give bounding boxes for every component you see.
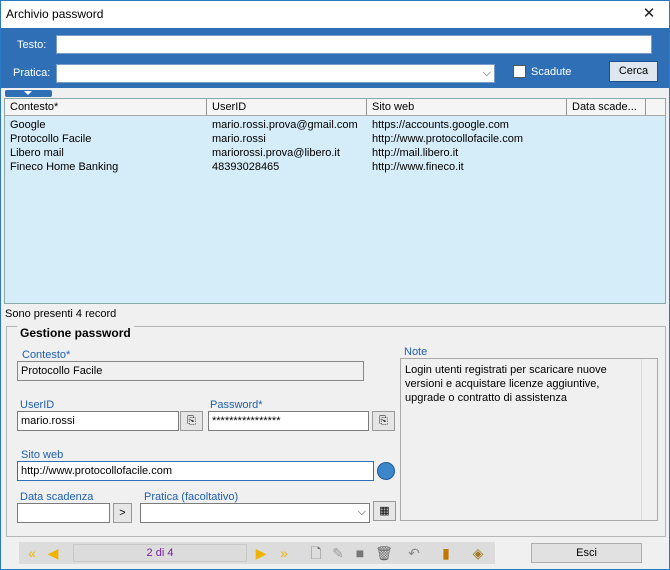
- userid-label: UserID: [20, 399, 55, 411]
- cell-userid: mario.rossi.prova@gmail.com: [212, 119, 358, 131]
- copy-userid-icon[interactable]: ⎘: [180, 411, 203, 431]
- column-header-sito[interactable]: Sito web: [367, 99, 567, 116]
- cell-contesto: Protocollo Facile: [10, 133, 92, 145]
- table-row[interactable]: Google mario.rossi.prova@gmail.com https…: [5, 118, 665, 132]
- sito-field[interactable]: http://www.protocollofacile.com: [17, 461, 374, 481]
- globe-icon[interactable]: [377, 462, 395, 480]
- scadute-label: Scadute: [531, 66, 572, 78]
- contesto-label: Contesto*: [22, 349, 71, 361]
- esci-button[interactable]: Esci: [531, 543, 642, 563]
- new-record-icon[interactable]: 🗋: [307, 542, 325, 564]
- cell-userid: mariorossi.prova@libero.it: [212, 147, 340, 159]
- note-scrollbar[interactable]: [641, 359, 657, 520]
- cell-userid: mario.rossi: [212, 133, 266, 145]
- first-record-icon[interactable]: «: [23, 542, 41, 564]
- cell-contesto: Google: [10, 119, 46, 131]
- record-count: Sono presenti 4 record: [5, 308, 117, 320]
- column-header-contesto[interactable]: Contesto*: [5, 99, 207, 116]
- contesto-field[interactable]: Protocollo Facile: [17, 361, 364, 381]
- title-bar: Archivio password ✕: [1, 1, 669, 28]
- data-scadenza-label: Data scadenza: [20, 491, 94, 503]
- app-window: Archivio password ✕ Testo: Pratica: ⌵ Sc…: [0, 0, 670, 570]
- cell-contesto: Libero mail: [10, 147, 64, 159]
- testo-input[interactable]: [56, 35, 652, 54]
- pratica-facoltativo-select[interactable]: ⌵: [140, 503, 370, 523]
- navigation-bar: « ◀ 2 di 4 ▶ » 🗋 ✎ ■ 🗑 ↶ ▮ ◈: [19, 542, 495, 564]
- sito-label: Sito web: [21, 449, 64, 461]
- delete-record-icon[interactable]: 🗑: [375, 542, 393, 564]
- column-header-userid[interactable]: UserID: [207, 99, 367, 116]
- userid-field[interactable]: mario.rossi: [17, 411, 179, 431]
- window-title: Archivio password: [6, 7, 104, 21]
- collapse-toggle[interactable]: [5, 90, 52, 97]
- grid-header: Contesto* UserID Sito web Data scade...: [5, 99, 665, 116]
- cell-sito: https://accounts.google.com: [372, 119, 509, 131]
- cell-sito: http://www.fineco.it: [372, 161, 464, 173]
- last-record-icon[interactable]: »: [275, 542, 293, 564]
- previous-record-icon[interactable]: ◀: [45, 542, 61, 564]
- page-indicator: 2 di 4: [73, 544, 247, 562]
- archive-icon[interactable]: ◈: [469, 542, 487, 564]
- data-scadenza-field[interactable]: [17, 503, 110, 523]
- chevron-down-icon: ⌵: [357, 506, 366, 518]
- pratica-select[interactable]: ⌵: [56, 64, 495, 83]
- copy-password-icon[interactable]: ⎘: [372, 411, 395, 431]
- password-grid: Contesto* UserID Sito web Data scade... …: [4, 98, 666, 304]
- gestione-password-panel: Gestione password Contesto* Protocollo F…: [6, 326, 666, 537]
- pratica-lookup-icon[interactable]: ▦: [373, 501, 396, 521]
- scadute-checkbox[interactable]: [513, 65, 526, 78]
- pratica-facoltativo-label: Pratica (facoltativo): [144, 491, 239, 503]
- panel-legend: Gestione password: [17, 326, 134, 340]
- testo-label: Testo:: [17, 39, 47, 51]
- next-record-icon[interactable]: ▶: [253, 542, 269, 564]
- password-field[interactable]: ****************: [208, 411, 369, 431]
- table-row[interactable]: Protocollo Facile mario.rossi http://www…: [5, 132, 665, 146]
- folder-icon[interactable]: ▮: [437, 542, 455, 564]
- cerca-button[interactable]: Cerca: [609, 61, 658, 82]
- search-panel: Testo: Pratica: ⌵ Scadute Cerca: [1, 28, 669, 88]
- table-row[interactable]: Libero mail mariorossi.prova@libero.it h…: [5, 146, 665, 160]
- note-text: Login utenti registrati per scaricare nu…: [405, 364, 607, 404]
- note-label: Note: [404, 346, 428, 358]
- save-record-icon[interactable]: ■: [351, 542, 369, 564]
- table-row[interactable]: Fineco Home Banking 48393028465 http://w…: [5, 160, 665, 174]
- date-picker-button[interactable]: >: [113, 503, 132, 523]
- undo-icon[interactable]: ↶: [405, 542, 423, 564]
- cell-userid: 48393028465: [212, 161, 280, 173]
- close-icon[interactable]: ✕: [629, 1, 669, 28]
- password-label: Password*: [210, 399, 263, 411]
- note-textarea[interactable]: Login utenti registrati per scaricare nu…: [400, 358, 658, 521]
- chevron-down-icon: ⌵: [482, 67, 491, 79]
- cell-sito: http://www.protocollofacile.com: [372, 133, 524, 145]
- edit-record-icon[interactable]: ✎: [329, 542, 347, 564]
- cell-contesto: Fineco Home Banking: [10, 161, 119, 173]
- pratica-label: Pratica:: [13, 67, 51, 79]
- column-header-data[interactable]: Data scade...: [567, 99, 646, 116]
- cell-sito: http://mail.libero.it: [372, 147, 459, 159]
